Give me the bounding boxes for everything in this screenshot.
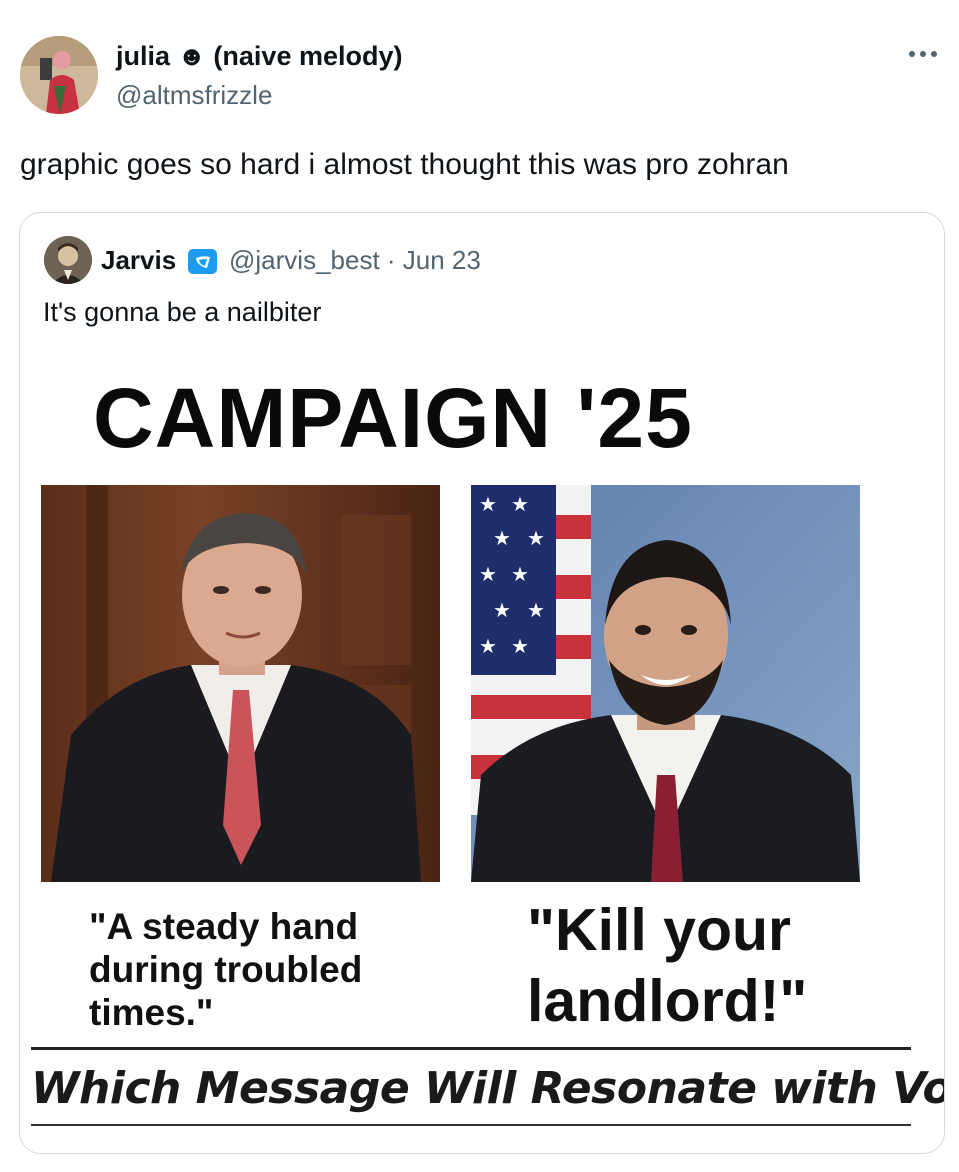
right-candidate-photo: ★ ★ ★ ★ ★ ★ ★ ★ ★ ★ (471, 485, 860, 882)
author-display-name[interactable]: julia ☻ (naive melody) (116, 40, 402, 72)
graphic-title: CAMPAIGN '25 (93, 371, 693, 465)
quoted-avatar-image (44, 236, 92, 284)
right-candidate-quote: "Kill your landlord!" (527, 897, 808, 1034)
author-avatar[interactable] (20, 36, 98, 114)
more-horizontal-icon (931, 51, 937, 57)
svg-text:★: ★ (479, 634, 497, 658)
svg-text:★: ★ (493, 598, 511, 622)
more-horizontal-icon (920, 51, 926, 57)
quoted-author-handle-and-date[interactable]: @jarvis_best · Jun 23 (229, 244, 481, 276)
left-candidate-quote: "A steady hand during troubled times." (89, 906, 363, 1033)
quoted-post-image[interactable]: CAMPAIGN '25 ★ ★ ★ ★ ★ ★ ★ ★ ★ ★ "A stea… (21, 353, 944, 1153)
post-text: graphic goes so hard i almost thought th… (20, 148, 789, 181)
svg-text:★: ★ (527, 598, 545, 622)
svg-text:★: ★ (527, 526, 545, 550)
left-candidate-photo (41, 485, 440, 882)
quoted-author-avatar[interactable] (44, 236, 92, 284)
svg-text:★: ★ (511, 634, 529, 658)
quoted-post-card[interactable]: Jarvis @jarvis_best · Jun 23 It's gonna … (19, 212, 945, 1154)
quoted-author-name[interactable]: Jarvis (101, 244, 176, 276)
svg-text:★: ★ (479, 562, 497, 586)
quoted-post-text: It's gonna be a nailbiter (43, 297, 322, 327)
more-options-button[interactable] (902, 40, 944, 68)
more-horizontal-icon (909, 51, 915, 57)
tweet: julia ☻ (naive melody) @altmsfrizzle gra… (0, 0, 959, 1172)
svg-text:★: ★ (479, 492, 497, 516)
divider-top (31, 1047, 911, 1050)
svg-text:★: ★ (511, 492, 529, 516)
graphic-footer-question: Which Message Will Resonate with Voters? (31, 1063, 944, 1114)
author-handle[interactable]: @altmsfrizzle (116, 79, 272, 111)
divider-bottom (31, 1124, 911, 1126)
svg-text:★: ★ (511, 562, 529, 586)
verified-badge-icon (188, 249, 217, 274)
avatar-image (20, 36, 98, 114)
svg-text:★: ★ (493, 526, 511, 550)
